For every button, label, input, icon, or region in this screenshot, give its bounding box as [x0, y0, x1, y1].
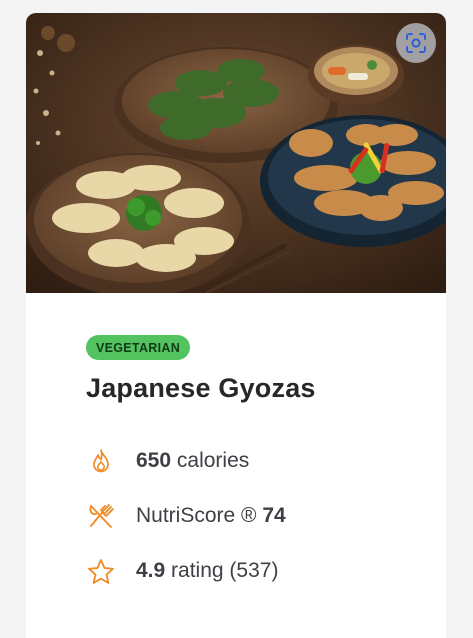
calories-unit: calories [176, 449, 250, 472]
nutriscore-label: NutriScore ® [136, 504, 257, 527]
calories-value: 650 [136, 449, 172, 472]
fork-knife-icon [86, 502, 116, 530]
calories-row: 650 calories [86, 447, 249, 475]
rating-row: 4.9 rating (537) [86, 557, 278, 585]
rating-value: 4.9 [136, 559, 166, 582]
recipe-title[interactable]: Japanese Gyozas [86, 373, 316, 404]
star-icon [86, 557, 116, 585]
rating-label: rating (537) [171, 559, 279, 582]
recipe-card[interactable]: VEGETARIAN Japanese Gyozas 650 calories … [26, 13, 446, 638]
flame-icon [86, 447, 116, 475]
scan-icon [406, 33, 426, 53]
recipe-image [26, 13, 446, 293]
nutriscore-value: 74 [262, 504, 286, 527]
visual-search-button[interactable] [396, 23, 436, 63]
nutriscore-row: NutriScore ® 74 [86, 502, 286, 530]
diet-badge: VEGETARIAN [86, 335, 191, 360]
